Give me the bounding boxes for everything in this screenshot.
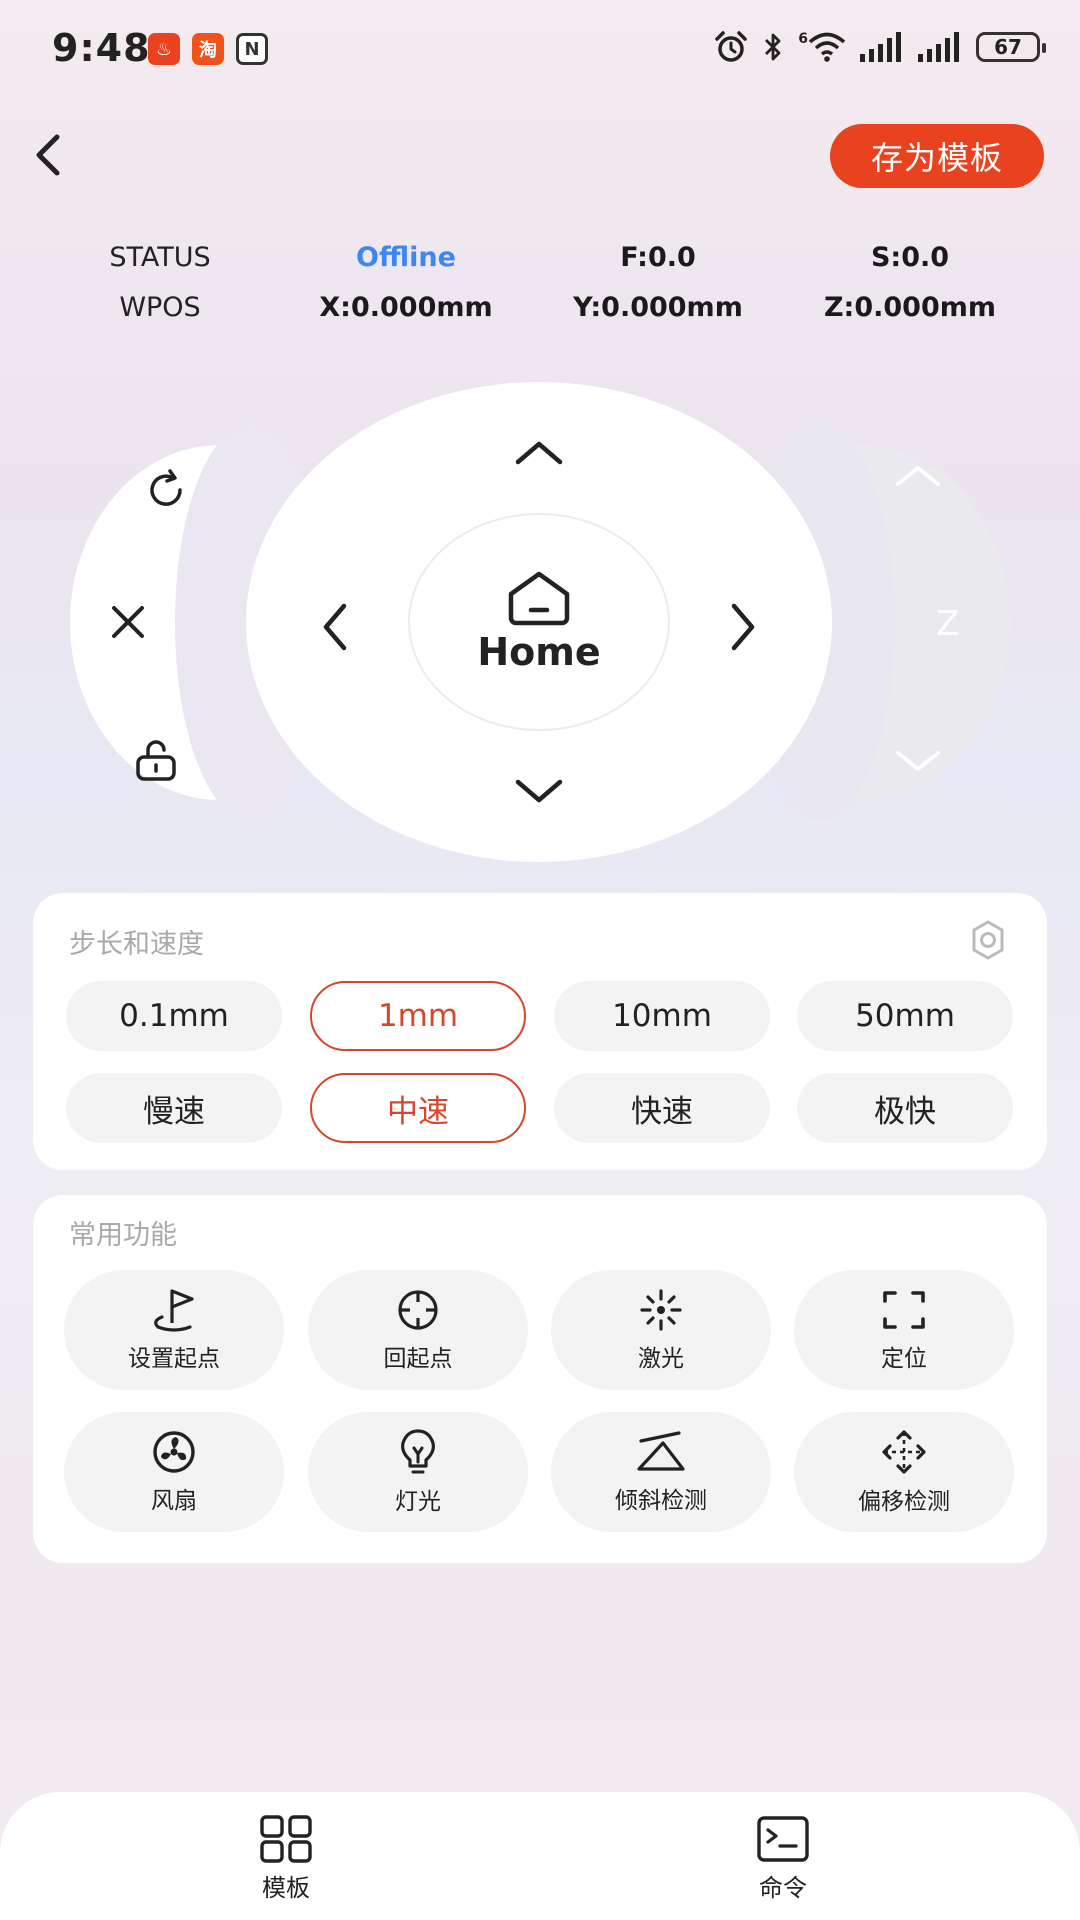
tab-commands[interactable]: 命令 <box>756 1814 810 1903</box>
tab-templates-label: 模板 <box>262 1874 310 1902</box>
spindle-speed: S:0.0 <box>870 242 950 273</box>
speed-option[interactable]: 快速 <box>554 1073 770 1143</box>
positioning-button[interactable]: 定位 <box>794 1270 1014 1390</box>
status-label: STATUS <box>109 242 211 273</box>
common-functions-title: 常用功能 <box>69 1220 177 1251</box>
refresh-icon <box>150 469 182 506</box>
chevron-down-icon <box>896 751 940 771</box>
step-option[interactable]: 0.1mm <box>66 981 282 1051</box>
unlock-icon <box>136 740 176 781</box>
focus-frame-icon <box>883 1291 925 1329</box>
laser-label: 激光 <box>638 1346 684 1372</box>
z-down-button[interactable] <box>890 742 946 782</box>
status-value: Offline <box>356 242 456 273</box>
tab-commands-label: 命令 <box>759 1874 807 1902</box>
crosshair-icon <box>398 1290 438 1330</box>
chevron-right-icon <box>731 603 755 651</box>
step-speed-title: 步长和速度 <box>69 929 204 960</box>
back-button[interactable] <box>26 128 70 182</box>
network-type-label: 6 <box>798 31 808 47</box>
home-icon <box>508 571 570 626</box>
return-origin-button[interactable]: 回起点 <box>308 1270 528 1390</box>
signal-icon-1 <box>860 32 901 62</box>
chevron-left-icon <box>36 134 60 176</box>
positioning-label: 定位 <box>881 1346 927 1372</box>
offset-detection-button[interactable]: 偏移检测 <box>794 1412 1014 1532</box>
step-option-selected[interactable]: 1mm <box>310 981 526 1051</box>
tilt-detection-button[interactable]: 倾斜检测 <box>551 1412 771 1532</box>
tilt-icon <box>637 1431 685 1471</box>
bottom-navigation: 模板 命令 <box>0 1792 1080 1920</box>
gear-icon <box>972 920 1004 960</box>
laser-button[interactable]: 激光 <box>551 1270 771 1390</box>
wifi-icon <box>808 32 846 62</box>
settings-button[interactable] <box>965 917 1011 963</box>
x-position: X:0.000mm <box>319 292 493 323</box>
bulb-icon <box>401 1429 435 1474</box>
grid-icon <box>260 1815 312 1863</box>
set-origin-button[interactable]: 设置起点 <box>64 1270 284 1390</box>
jog-right-button[interactable] <box>722 596 766 658</box>
save-as-template-button[interactable]: 存为模板 <box>830 124 1044 188</box>
close-icon <box>112 606 144 638</box>
home-label: Home <box>477 630 601 674</box>
system-indicators: 6 67 <box>714 30 1046 64</box>
clock: 9:48 <box>52 26 151 70</box>
notification-icons: ♨ 淘 N <box>148 33 268 65</box>
move-arrows-icon <box>882 1430 926 1474</box>
jog-left-button[interactable] <box>312 596 356 658</box>
light-button[interactable]: 灯光 <box>308 1412 528 1532</box>
jog-down-button[interactable] <box>508 770 570 814</box>
speed-option-selected[interactable]: 中速 <box>310 1073 526 1143</box>
chevron-down-icon <box>515 779 563 803</box>
step-option[interactable]: 50mm <box>797 981 1013 1051</box>
chevron-up-icon <box>896 466 940 486</box>
tab-templates[interactable]: 模板 <box>258 1814 314 1903</box>
nfc-icon: N <box>236 33 268 65</box>
z-axis-label: Z <box>936 604 960 644</box>
reset-button[interactable] <box>136 460 196 520</box>
wpos-label: WPOS <box>119 292 201 323</box>
terminal-icon <box>757 1816 809 1862</box>
status-bar: 9:48 ♨ 淘 N 6 67 <box>0 0 1080 100</box>
app-icon-red: ♨ <box>148 33 180 65</box>
flag-icon <box>154 1289 194 1332</box>
jog-up-button[interactable] <box>508 430 570 474</box>
fan-button[interactable]: 风扇 <box>64 1412 284 1532</box>
speed-option[interactable]: 极快 <box>797 1073 1013 1143</box>
light-label: 灯光 <box>395 1489 441 1515</box>
alarm-icon <box>715 31 747 62</box>
stop-button[interactable] <box>98 592 158 652</box>
laser-icon <box>640 1289 682 1331</box>
taobao-icon: 淘 <box>192 33 224 65</box>
bluetooth-icon <box>765 33 781 61</box>
set-origin-label: 设置起点 <box>128 1346 220 1372</box>
return-origin-label: 回起点 <box>383 1346 453 1372</box>
z-up-button[interactable] <box>890 455 946 495</box>
tilt-detection-label: 倾斜检测 <box>615 1488 707 1514</box>
y-position: Y:0.000mm <box>573 292 743 323</box>
wifi-indicator: 6 <box>798 31 846 63</box>
feed-rate: F:0.0 <box>620 242 696 273</box>
step-speed-card: 步长和速度 0.1mm 1mm 10mm 50mm 慢速 中速 快速 极快 <box>33 893 1047 1170</box>
fan-label: 风扇 <box>151 1488 197 1514</box>
step-option[interactable]: 10mm <box>554 981 770 1051</box>
battery-indicator: 67 <box>976 32 1046 62</box>
fan-icon <box>153 1431 195 1473</box>
machine-status-panel: STATUS Offline F:0.0 S:0.0 WPOS X:0.000m… <box>40 240 1040 326</box>
home-button[interactable]: Home <box>408 513 670 731</box>
unlock-button[interactable] <box>126 730 186 790</box>
speed-option[interactable]: 慢速 <box>66 1073 282 1143</box>
offset-detection-label: 偏移检测 <box>858 1489 950 1515</box>
common-functions-card: 常用功能 设置起点 回起点 激光 定位 风扇 灯光 倾斜检测 偏移检测 <box>33 1195 1047 1563</box>
z-position: Z:0.000mm <box>823 292 997 323</box>
chevron-left-icon <box>323 603 347 651</box>
chevron-up-icon <box>515 441 563 465</box>
signal-icon-2 <box>918 32 959 62</box>
